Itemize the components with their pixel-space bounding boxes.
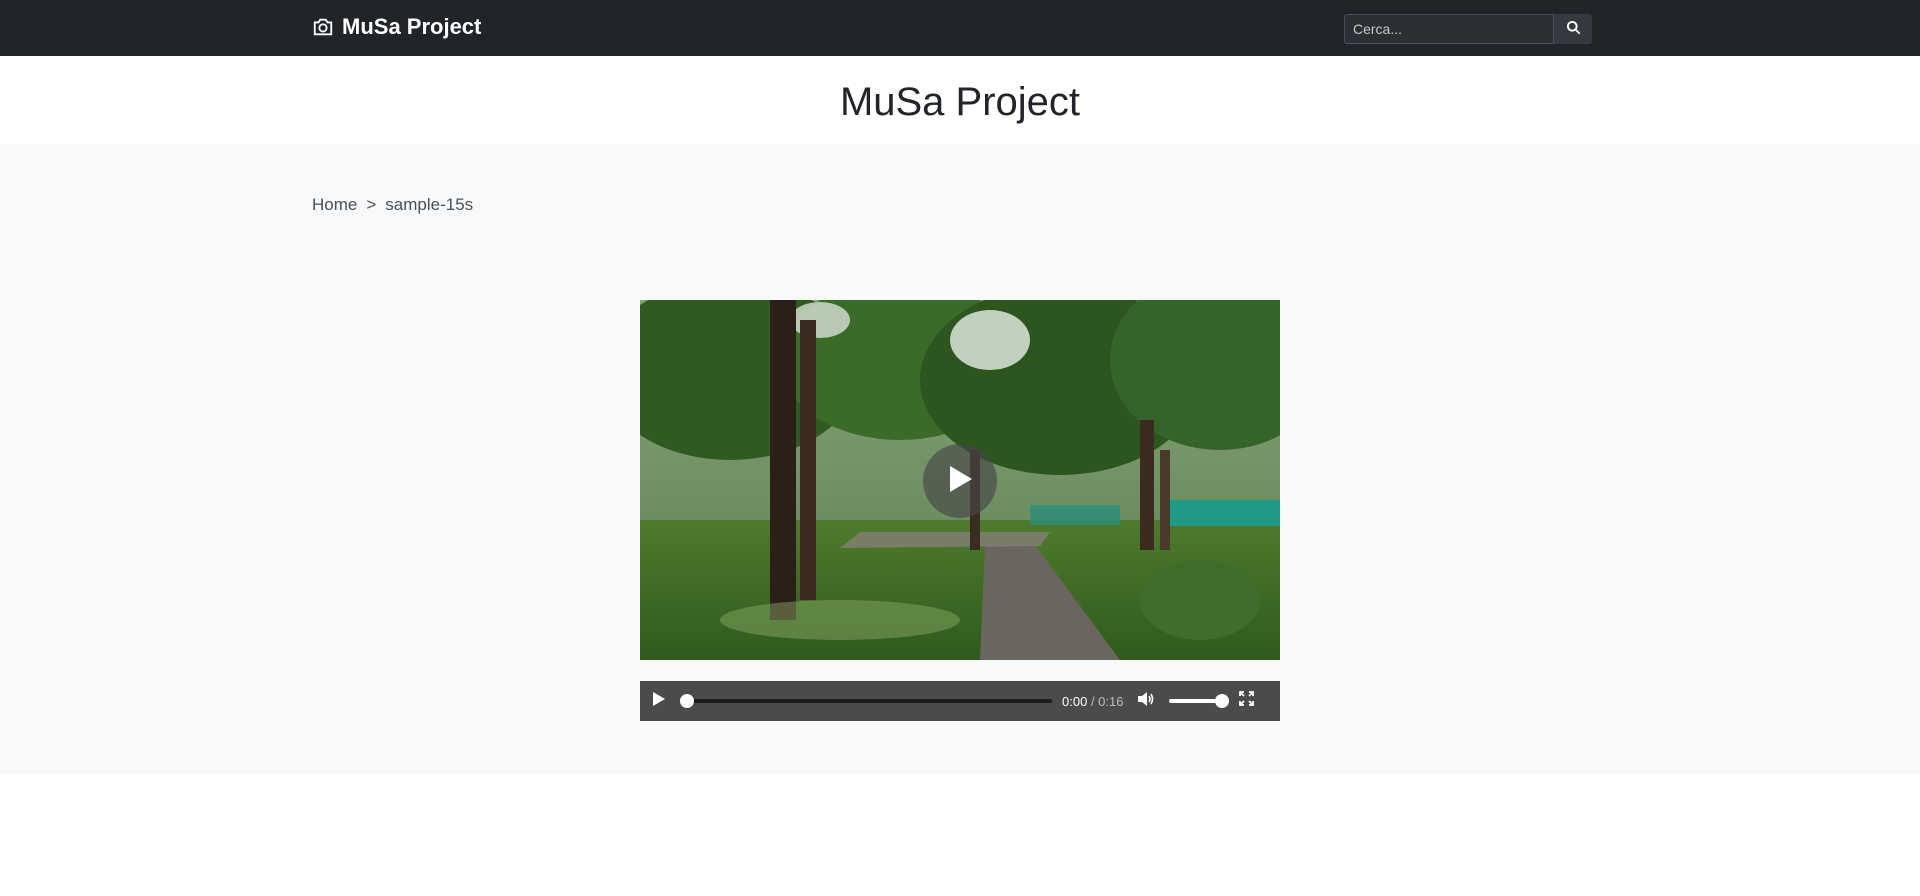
search-form bbox=[1344, 14, 1592, 44]
play-button[interactable] bbox=[652, 691, 666, 712]
brand-label: MuSa Project bbox=[342, 14, 482, 39]
seek-slider[interactable] bbox=[680, 694, 1052, 708]
video-controls: 0:00 / 0:16 bbox=[640, 681, 1280, 721]
video-player[interactable] bbox=[640, 300, 1280, 660]
play-overlay-button[interactable] bbox=[923, 444, 997, 518]
brand-link[interactable]: MuSa Project bbox=[312, 14, 481, 40]
volume-slider[interactable] bbox=[1169, 694, 1230, 708]
camera-icon bbox=[312, 16, 334, 38]
page-title: MuSa Project bbox=[839, 79, 1081, 124]
fullscreen-button[interactable] bbox=[1239, 691, 1255, 711]
play-icon bbox=[652, 691, 666, 712]
time-display: 0:00 / 0:16 bbox=[1062, 694, 1123, 709]
breadcrumb-current: sample-15s bbox=[385, 195, 474, 214]
current-time: 0:00 bbox=[1062, 693, 1088, 709]
seek-handle[interactable] bbox=[680, 694, 694, 708]
play-icon bbox=[947, 465, 973, 498]
fullscreen-icon bbox=[1239, 691, 1255, 711]
breadcrumb-home-link[interactable]: Home bbox=[312, 195, 357, 215]
volume-icon bbox=[1137, 691, 1155, 712]
mute-button[interactable] bbox=[1137, 691, 1155, 712]
search-icon bbox=[1566, 20, 1581, 38]
duration: / 0:16 bbox=[1090, 693, 1124, 709]
volume-handle[interactable] bbox=[1215, 694, 1230, 708]
main-content: Home > sample-15s 0:00 / 0:16 bbox=[0, 144, 1920, 774]
top-navbar: MuSa Project bbox=[0, 0, 1920, 56]
search-button[interactable] bbox=[1554, 14, 1592, 44]
search-input[interactable] bbox=[1344, 14, 1554, 44]
breadcrumb: Home > sample-15s bbox=[312, 195, 473, 215]
page-header: MuSa Project bbox=[0, 56, 1920, 144]
breadcrumb-separator: > bbox=[366, 195, 377, 214]
